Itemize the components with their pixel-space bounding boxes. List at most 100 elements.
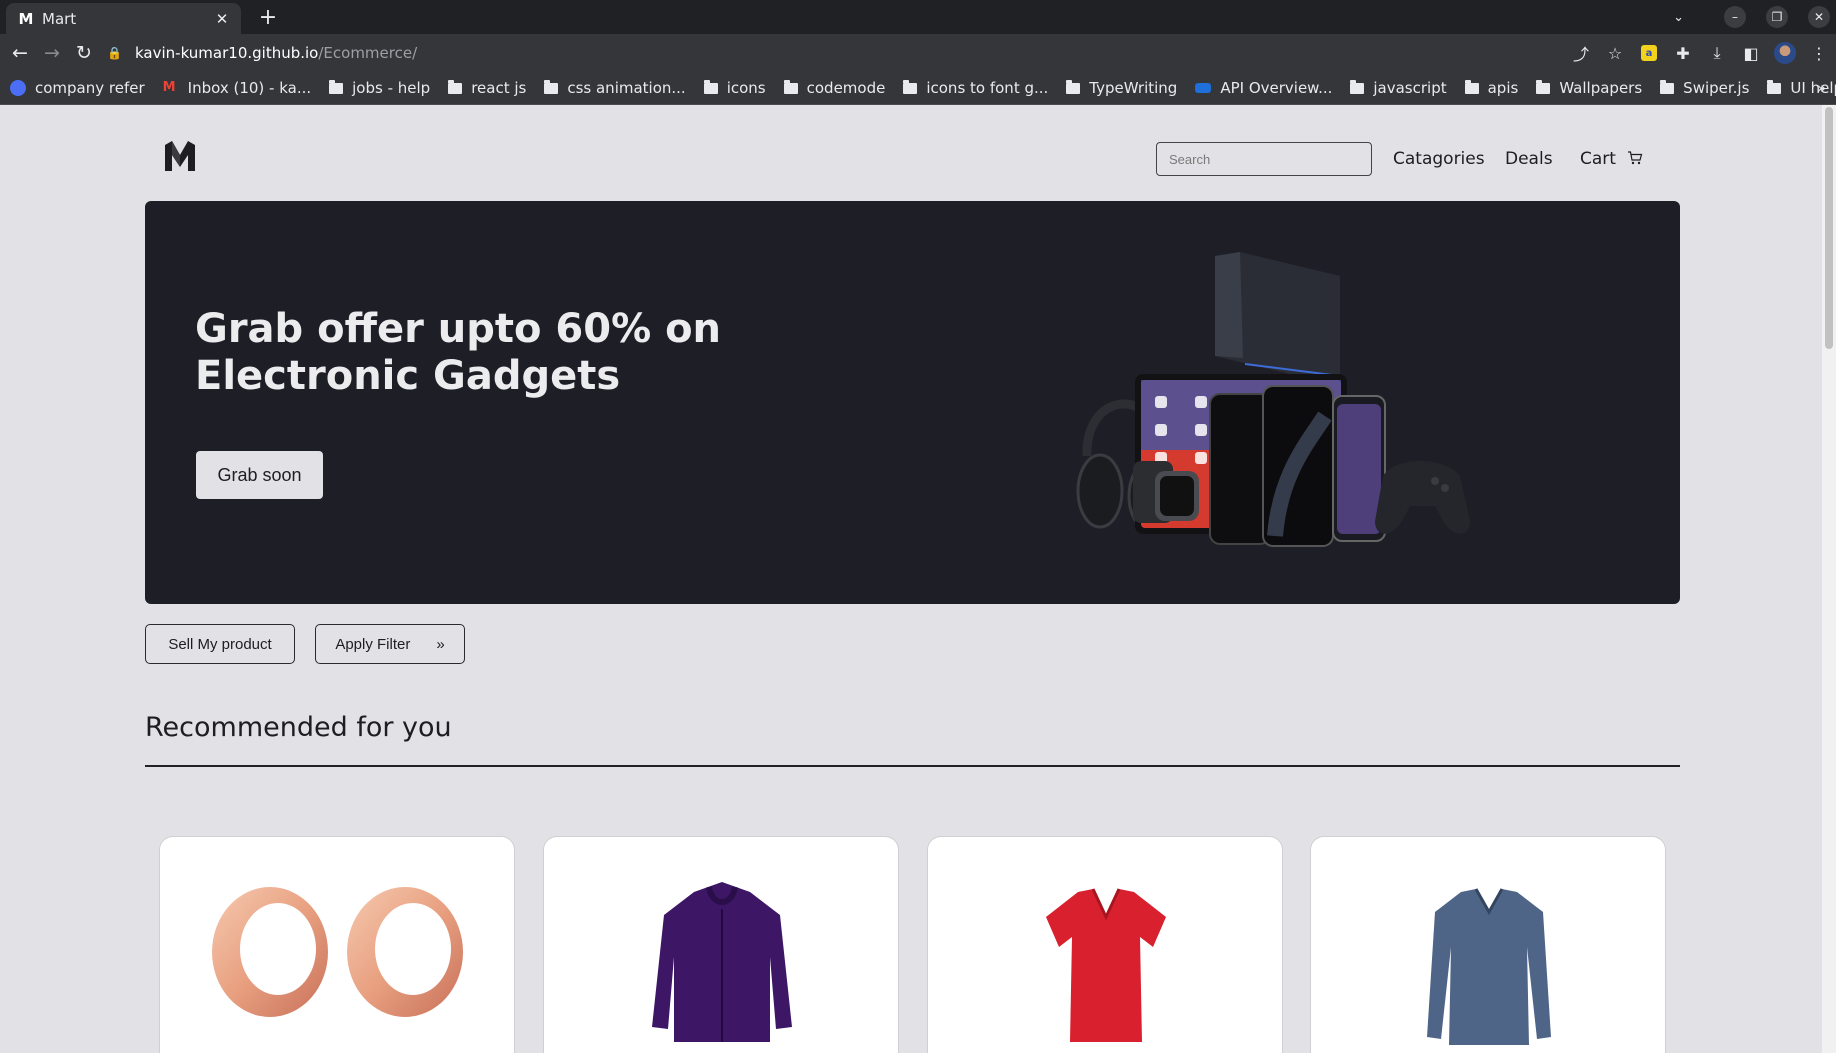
- bookmark-item[interactable]: company refer: [10, 79, 145, 97]
- bookmark-item[interactable]: API Overview...: [1195, 79, 1332, 97]
- sell-my-product-button[interactable]: Sell My product: [145, 624, 295, 664]
- side-panel-icon[interactable]: ◧: [1740, 42, 1762, 64]
- round-icon: [10, 80, 26, 96]
- bookmark-label: codemode: [806, 79, 886, 97]
- tab-close-icon[interactable]: ✕: [213, 10, 231, 28]
- minimize-icon[interactable]: –: [1724, 6, 1746, 28]
- share-icon[interactable]: ⤴: [1570, 42, 1592, 64]
- forward-icon[interactable]: →: [36, 37, 68, 69]
- apply-filter-button[interactable]: Apply Filter »: [315, 624, 465, 664]
- url-path: /Ecommerce/: [318, 44, 418, 62]
- toolbar-actions: ⤴ ☆ a ✚ ⤓ ◧ ⋮: [1570, 37, 1830, 69]
- grab-soon-button[interactable]: Grab soon: [196, 451, 323, 499]
- extension-badge-icon[interactable]: a: [1638, 42, 1660, 64]
- bookmark-label: TypeWriting: [1089, 79, 1178, 97]
- gmail-icon: M: [162, 80, 176, 95]
- product-image-purple-jacket: [652, 882, 792, 1042]
- section-divider: [145, 765, 1680, 767]
- bookmark-label: Wallpapers: [1559, 79, 1643, 97]
- mart-logo-icon[interactable]: [163, 139, 197, 173]
- bookmark-label: css animation...: [567, 79, 686, 97]
- product-image-ear-tunnels: [212, 887, 463, 1017]
- nav-deals[interactable]: Deals: [1505, 149, 1553, 169]
- api-icon: [1195, 83, 1212, 93]
- bookmark-label: jobs - help: [352, 79, 431, 97]
- folder-icon: [1350, 79, 1365, 94]
- bookmark-item[interactable]: apis: [1464, 79, 1519, 97]
- lock-icon: 🔒: [107, 46, 122, 60]
- product-card[interactable]: [1310, 836, 1666, 1053]
- bookmark-label: react js: [471, 79, 527, 97]
- bookmark-label: UI help: [1790, 79, 1836, 97]
- folder-icon: [903, 79, 918, 94]
- sell-button-label: Sell My product: [168, 635, 272, 653]
- window-controls: ⌄ – ❐ ✕: [1673, 0, 1836, 34]
- browser-toolbar: ← → ↻ 🔒 kavin-kumar10.github.io/Ecommerc…: [0, 34, 1836, 72]
- folder-icon: [1767, 79, 1782, 94]
- extensions-puzzle-icon[interactable]: ✚: [1672, 42, 1694, 64]
- restore-icon[interactable]: ❐: [1766, 6, 1788, 28]
- page-scrollbar[interactable]: [1822, 105, 1836, 1053]
- folder-icon: [1660, 79, 1675, 94]
- tab-title: Mart: [42, 9, 77, 28]
- reload-icon[interactable]: ↻: [68, 37, 100, 69]
- hero-title: Grab offer upto 60% on Electronic Gadget…: [195, 306, 722, 399]
- bookmark-item[interactable]: javascript: [1350, 79, 1447, 97]
- back-icon[interactable]: ←: [4, 37, 36, 69]
- bookmark-label: API Overview...: [1220, 79, 1333, 97]
- bookmark-item[interactable]: TypeWriting: [1066, 79, 1177, 97]
- menu-kebab-icon[interactable]: ⋮: [1808, 42, 1830, 64]
- folder-icon: [448, 79, 463, 94]
- url-host: kavin-kumar10.github.io: [135, 44, 319, 62]
- folder-icon: [783, 79, 798, 94]
- bookmark-label: icons: [726, 79, 766, 97]
- window-close-icon[interactable]: ✕: [1808, 6, 1830, 28]
- scrollbar-thumb[interactable]: [1825, 107, 1833, 349]
- profile-avatar[interactable]: [1774, 42, 1796, 64]
- folder-icon: [1066, 79, 1081, 94]
- product-image-red-tshirt: [1046, 888, 1166, 1042]
- folder-icon: [544, 79, 559, 94]
- search-input[interactable]: [1156, 142, 1372, 176]
- tab-search-icon[interactable]: ⌄: [1673, 10, 1684, 25]
- tab-strip: M Mart ✕ + ⌄ – ❐ ✕: [0, 0, 1836, 34]
- bookmark-item[interactable]: jobs - help: [329, 79, 430, 97]
- browser-tab[interactable]: M Mart ✕: [6, 3, 241, 34]
- product-card[interactable]: [927, 836, 1283, 1053]
- bookmark-item[interactable]: react js: [448, 79, 526, 97]
- hero-banner: Grab offer upto 60% on Electronic Gadget…: [145, 201, 1680, 604]
- new-tab-button[interactable]: +: [256, 5, 280, 30]
- page-content: Catagories Deals Cart Grab offer upto 60…: [0, 105, 1822, 1053]
- download-icon[interactable]: ⤓: [1706, 42, 1728, 64]
- filter-button-label: Apply Filter: [335, 635, 411, 653]
- folder-icon: [703, 79, 718, 94]
- bookmark-label: Swiper.js: [1683, 79, 1750, 97]
- bookmark-label: company refer: [35, 79, 145, 97]
- folder-icon: [1464, 79, 1479, 94]
- product-card[interactable]: [543, 836, 899, 1053]
- bookmark-item[interactable]: Swiper.js: [1660, 79, 1749, 97]
- bookmark-item[interactable]: icons to font g...: [903, 79, 1048, 97]
- bookmark-label: icons to font g...: [926, 79, 1049, 97]
- nav-cart[interactable]: Cart: [1580, 149, 1616, 169]
- section-title: Recommended for you: [145, 712, 452, 743]
- nav-categories[interactable]: Catagories: [1393, 149, 1485, 169]
- bookmark-item[interactable]: M Inbox (10) - ka...: [163, 79, 311, 97]
- electronics-image: [1076, 252, 1470, 547]
- bookmark-label: Inbox (10) - ka...: [187, 79, 312, 97]
- double-chevron-right-icon: »: [436, 635, 445, 653]
- cart-icon[interactable]: [1627, 150, 1643, 166]
- address-bar[interactable]: 🔒 kavin-kumar10.github.io/Ecommerce/: [107, 37, 1577, 69]
- folder-icon: [329, 79, 344, 94]
- bookmarks-more-icon[interactable]: »: [1817, 79, 1826, 97]
- product-image-blue-shirt: [1427, 888, 1551, 1045]
- bookmark-star-icon[interactable]: ☆: [1604, 42, 1626, 64]
- site-favicon-icon: M: [18, 9, 34, 28]
- bookmarks-bar: company refer M Inbox (10) - ka... jobs - h…: [0, 72, 1836, 105]
- bookmark-item[interactable]: Wallpapers: [1536, 79, 1642, 97]
- bookmark-item[interactable]: css animation...: [544, 79, 686, 97]
- bookmark-item[interactable]: codemode: [783, 79, 886, 97]
- bookmark-item[interactable]: icons: [703, 79, 766, 97]
- bookmark-label: apis: [1487, 79, 1519, 97]
- product-card[interactable]: [159, 836, 515, 1053]
